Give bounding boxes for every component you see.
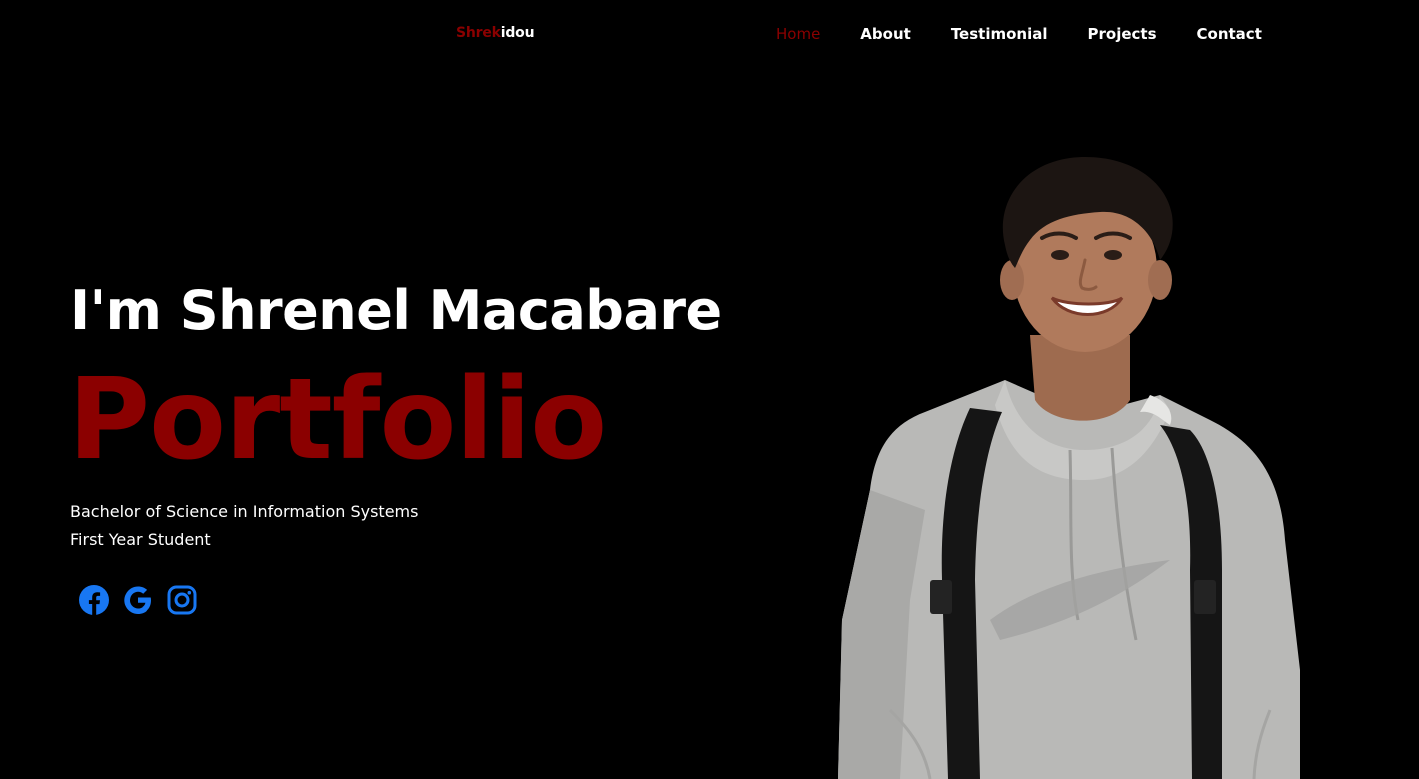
navbar: Shrekidou Home About Testimonial Project… bbox=[0, 0, 1419, 70]
instagram-icon[interactable] bbox=[166, 584, 198, 616]
google-icon[interactable] bbox=[122, 584, 154, 616]
hero-greeting: I'm Shrenel Macabare bbox=[70, 279, 722, 342]
profile-photo bbox=[838, 157, 1300, 779]
year-line: First Year Student bbox=[70, 530, 211, 549]
nav-about[interactable]: About bbox=[860, 24, 911, 44]
hero-title: Portfolio bbox=[68, 355, 607, 485]
degree-line: Bachelor of Science in Information Syste… bbox=[70, 502, 419, 521]
nav-home[interactable]: Home bbox=[776, 24, 820, 44]
brand-logo[interactable]: Shrekidou bbox=[456, 25, 535, 41]
facebook-icon[interactable] bbox=[78, 584, 110, 616]
hero-subtitle: Bachelor of Science in Information Syste… bbox=[70, 498, 418, 554]
brand-part-2: idou bbox=[500, 25, 535, 41]
nav-links: Home About Testimonial Projects Contact bbox=[776, 24, 1262, 44]
nav-contact[interactable]: Contact bbox=[1197, 24, 1262, 44]
nav-projects[interactable]: Projects bbox=[1088, 24, 1157, 44]
brand-part-1: Shrek bbox=[456, 25, 501, 41]
social-links bbox=[78, 584, 198, 616]
nav-testimonial[interactable]: Testimonial bbox=[951, 24, 1048, 44]
